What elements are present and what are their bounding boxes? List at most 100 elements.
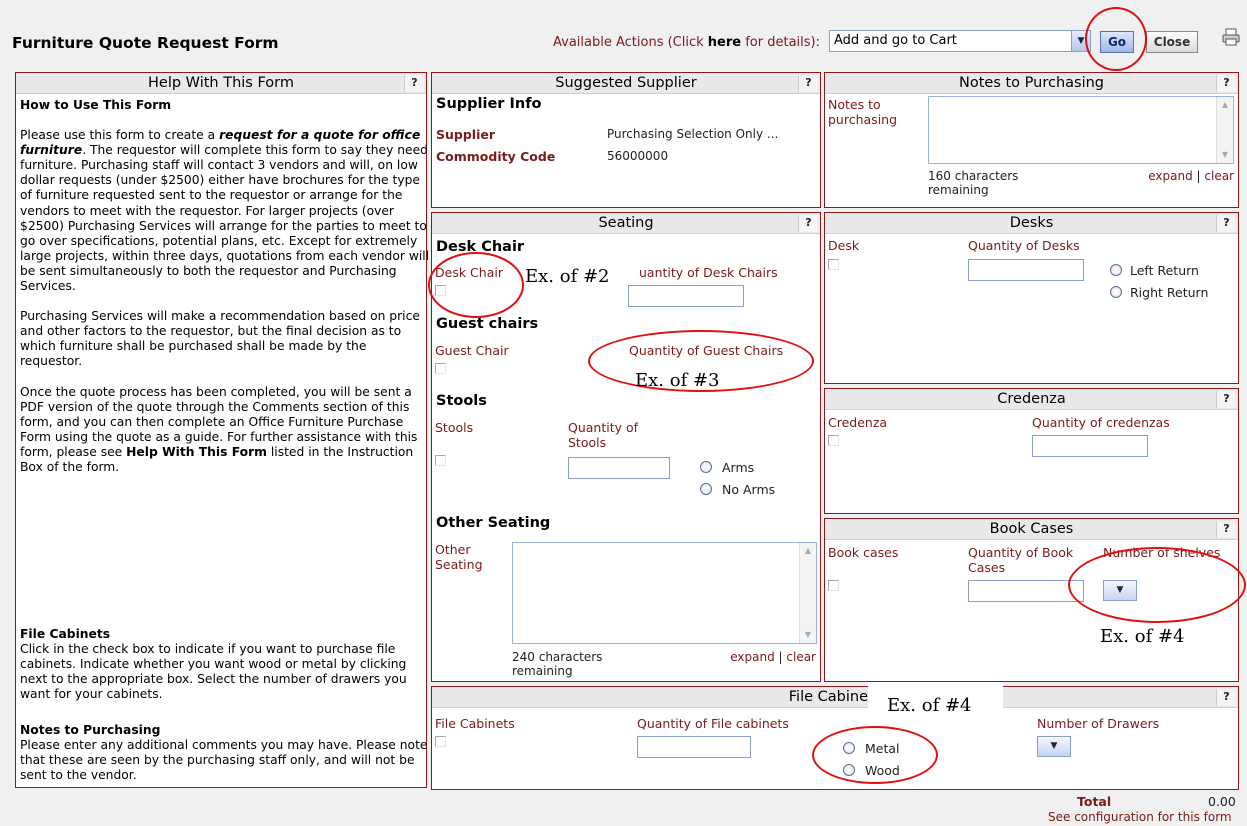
total-label: Total <box>1077 794 1112 809</box>
panel-title: Notes to Purchasing <box>825 73 1238 94</box>
filecab-checkbox[interactable] <box>435 736 446 747</box>
right-return-radio[interactable] <box>1110 286 1122 298</box>
notes-clear-link[interactable]: clear <box>1204 169 1234 183</box>
panel-title: Suggested Supplier <box>432 73 820 94</box>
drawers-select[interactable]: ▼ <box>1037 736 1071 757</box>
help-file-text: Click in the check box to indicate if yo… <box>20 642 407 702</box>
scrollbar[interactable]: ▲ ▼ <box>799 543 816 643</box>
help-p1-pre: Please use this form to create a <box>20 128 220 143</box>
scroll-down-icon[interactable]: ▼ <box>802 629 814 641</box>
help-question-button[interactable]: ? <box>1216 521 1236 538</box>
scrollbar[interactable]: ▲ ▼ <box>1216 97 1233 163</box>
drawers-label: Number of Drawers <box>1037 716 1160 731</box>
credenza-qty-input[interactable] <box>1032 435 1148 457</box>
guest-chair-label: Guest Chair <box>435 343 509 358</box>
annotation-ring-ex4b <box>812 726 938 784</box>
other-seating-heading: Other Seating <box>436 515 551 531</box>
help-notes-section: Notes to Purchasing Please enter any add… <box>20 723 430 783</box>
notes-label: Notes to purchasing <box>828 97 898 127</box>
stools-heading: Stools <box>436 393 487 409</box>
other-seating-expand-link[interactable]: expand <box>730 650 774 664</box>
annotation-ex3: Ex. of #3 <box>635 370 720 391</box>
filecab-qty-label: Quantity of File cabinets <box>637 716 789 731</box>
notes-expand-link[interactable]: expand <box>1148 169 1192 183</box>
actions-select-value: Add and go to Cart <box>834 33 957 48</box>
left-return-radio[interactable] <box>1110 264 1122 276</box>
notes-textarea[interactable]: ▲ ▼ <box>928 96 1234 164</box>
desk-label: Desk <box>828 238 860 253</box>
help-question-button[interactable]: ? <box>404 75 424 92</box>
panel-title: Seating <box>432 213 820 234</box>
supplier-value[interactable]: Purchasing Selection Only ... <box>607 127 778 141</box>
filecab-qty-input[interactable] <box>637 736 751 758</box>
configuration-link[interactable]: See configuration for this form <box>1048 810 1232 824</box>
stools-checkbox[interactable] <box>435 455 446 466</box>
close-button[interactable]: Close <box>1146 31 1198 53</box>
desk-checkbox[interactable] <box>828 259 839 270</box>
stools-label: Stools <box>435 420 474 435</box>
help-notes-text: Please enter any additional comments you… <box>20 738 428 783</box>
help-file-title: File Cabinets <box>20 627 111 641</box>
help-question-button[interactable]: ? <box>798 215 818 232</box>
help-question-button[interactable]: ? <box>1216 75 1236 92</box>
actions-prefix: Available Actions (Click <box>553 35 708 50</box>
desk-chair-qty-input[interactable] <box>628 285 744 307</box>
supplier-label: Supplier <box>436 127 496 142</box>
bookcases-checkbox[interactable] <box>828 580 839 591</box>
stools-no-arms-label: No Arms <box>722 482 776 497</box>
actions-select[interactable]: Add and go to Cart ▼ <box>829 30 1091 52</box>
desks-panel: Desks ? Desk Quantity of Desks Left Retu… <box>824 212 1239 384</box>
guest-chair-checkbox[interactable] <box>435 363 446 374</box>
help-question-button[interactable]: ? <box>1216 215 1236 232</box>
stools-arms-radio[interactable] <box>700 461 712 473</box>
help-text: How to Use This Form Please use this for… <box>20 98 430 490</box>
actions-suffix: for details): <box>741 35 820 50</box>
guest-chairs-heading: Guest chairs <box>436 316 539 332</box>
desk-qty-input[interactable] <box>968 259 1084 281</box>
desk-chair-qty-label: uantity of Desk Chairs <box>639 265 778 280</box>
help-paragraph-2: Purchasing Services will make a recommen… <box>20 309 420 369</box>
notes-remaining: 160 characters remaining <box>928 169 1019 197</box>
desk-qty-label: Quantity of Desks <box>968 238 1080 253</box>
separator: | <box>1192 169 1205 183</box>
help-question-button[interactable]: ? <box>1216 689 1236 706</box>
actions-here-link[interactable]: here <box>708 35 741 50</box>
filecab-label: File Cabinets <box>435 716 515 731</box>
other-seating-label: Other Seating <box>435 542 483 572</box>
help-how-title: How to Use This Form <box>20 98 172 112</box>
commodity-code-label: Commodity Code <box>436 149 556 164</box>
total-value: 0.00 <box>1208 794 1236 809</box>
annotation-ring-ex4a <box>1068 547 1246 623</box>
separator: | <box>774 650 787 664</box>
other-seating-textarea[interactable]: ▲ ▼ <box>512 542 817 644</box>
panel-title: Desks <box>825 213 1238 234</box>
annotation-ring-ex2 <box>428 252 524 318</box>
credenza-qty-label: Quantity of credenzas <box>1032 415 1170 430</box>
credenza-label: Credenza <box>828 415 888 430</box>
bookcases-qty-input[interactable] <box>968 580 1084 602</box>
stools-qty-input[interactable] <box>568 457 670 479</box>
help-panel: Help With This Form ? How to Use This Fo… <box>15 72 430 788</box>
help-question-button[interactable]: ? <box>798 75 818 92</box>
panel-title: Help With This Form <box>16 73 426 94</box>
bookcases-qty-label: Quantity of Book Cases <box>968 545 1074 575</box>
help-paragraph-3: Once the quote process has been complete… <box>20 385 430 476</box>
help-file-section: File Cabinets Click in the check box to … <box>20 627 430 702</box>
chevron-down-icon[interactable]: ▼ <box>1051 741 1058 751</box>
help-question-button[interactable]: ? <box>1216 391 1236 408</box>
panel-title: File Cabinets <box>432 687 1238 708</box>
credenza-checkbox[interactable] <box>828 435 839 446</box>
bookcases-label: Book cases <box>828 545 899 560</box>
print-icon[interactable] <box>1222 28 1240 46</box>
scroll-up-icon[interactable]: ▲ <box>1219 99 1231 111</box>
available-actions-label: Available Actions (Click here for detail… <box>553 35 820 50</box>
scroll-down-icon[interactable]: ▼ <box>1219 149 1231 161</box>
other-seating-clear-link[interactable]: clear <box>786 650 816 664</box>
stools-no-arms-radio[interactable] <box>700 483 712 495</box>
credenza-panel: Credenza ? Credenza Quantity of credenza… <box>824 388 1239 514</box>
scroll-up-icon[interactable]: ▲ <box>802 545 814 557</box>
annotation-ex4b: Ex. of #4 <box>887 695 972 716</box>
notes-panel: Notes to Purchasing ? Notes to purchasin… <box>824 72 1239 208</box>
help-notes-title: Notes to Purchasing <box>20 723 161 737</box>
supplier-info-heading: Supplier Info <box>436 96 542 112</box>
